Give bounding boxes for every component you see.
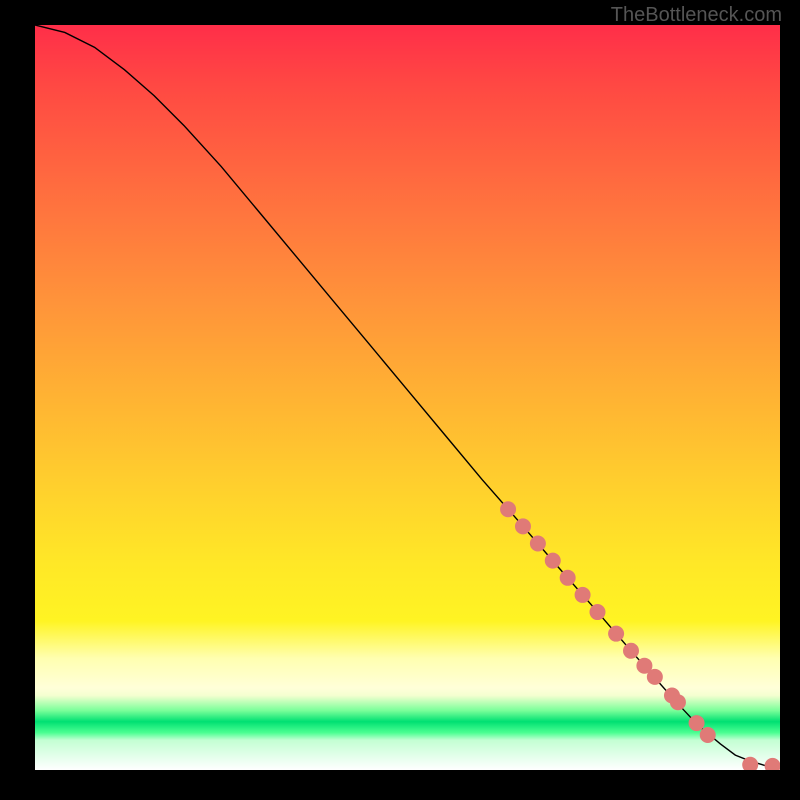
chart-curve [35, 25, 774, 766]
chart-marker [530, 536, 546, 552]
chart-marker [700, 727, 716, 743]
chart-marker [647, 669, 663, 685]
chart-marker [623, 643, 639, 659]
chart-marker [689, 715, 705, 731]
chart-marker [589, 604, 605, 620]
chart-marker [765, 758, 780, 770]
chart-marker [575, 587, 591, 603]
watermark-text: TheBottleneck.com [611, 4, 782, 27]
chart-marker [500, 501, 516, 517]
chart-marker [515, 518, 531, 534]
chart-marker-group [500, 501, 780, 770]
chart-marker [560, 570, 576, 586]
chart-plot-area [35, 25, 780, 770]
chart-marker [670, 694, 686, 710]
chart-marker [545, 553, 561, 569]
chart-svg-overlay [35, 25, 780, 770]
chart-marker [608, 626, 624, 642]
